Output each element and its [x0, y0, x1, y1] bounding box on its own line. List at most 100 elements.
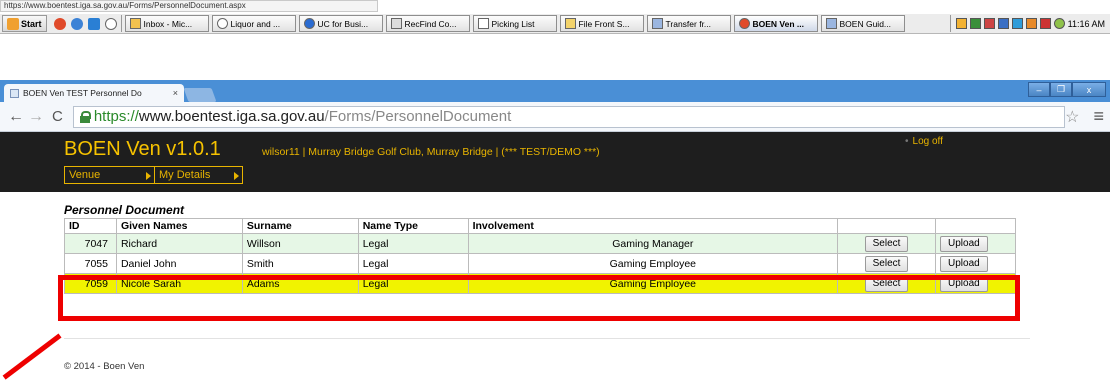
clock[interactable]: 11:16 AM	[1068, 19, 1105, 29]
task-liquor[interactable]: Liquor and ...	[211, 15, 296, 32]
col-name-type[interactable]: Name Type	[357, 218, 469, 234]
page-favicon-icon	[10, 88, 19, 98]
task-label: BOEN Ven ...	[752, 18, 805, 29]
annotation-highlight-box	[58, 275, 1020, 321]
cell-select: Select	[837, 253, 936, 274]
new-tab-button[interactable]	[183, 88, 217, 102]
reload-icon[interactable]: C	[52, 108, 63, 125]
address-bar[interactable]: https://www.boentest.iga.sa.gov.au/Forms…	[72, 105, 1066, 128]
site-brand[interactable]: BOEN Ven v1.0.1	[64, 138, 221, 161]
close-window-button[interactable]: x	[1072, 82, 1106, 97]
task-label: BOEN Guid...	[839, 18, 892, 29]
annotation-pointer-line	[2, 333, 62, 380]
system-tray: 11:16 AM	[949, 15, 1110, 32]
task-boen-guide[interactable]: BOEN Guid...	[820, 15, 905, 32]
task-label: Transfer fr...	[665, 18, 712, 29]
select-button[interactable]: Select	[864, 235, 909, 252]
ie-quick-icon[interactable]	[70, 17, 83, 30]
task-picking[interactable]: Picking List	[472, 15, 557, 32]
status-url-tooltip: https://www.boentest.iga.sa.gov.au/Forms…	[0, 0, 378, 12]
menu-label: Venue	[69, 169, 101, 181]
task-uc[interactable]: UC for Busi...	[298, 15, 383, 32]
cell-upload: Upload	[935, 233, 1016, 254]
user-info: wilsor11 | Murray Bridge Golf Club, Murr…	[262, 146, 600, 158]
tab-title: BOEN Ven TEST Personnel Do	[23, 88, 142, 98]
task-recfind[interactable]: RecFind Co...	[385, 15, 470, 32]
col-upload	[935, 218, 1016, 234]
outlook-quick-icon[interactable]	[87, 17, 100, 30]
snipping-icon	[477, 18, 489, 29]
url-scheme: https://	[93, 108, 139, 125]
cell-id: 7047	[64, 233, 117, 254]
tray-sync-icon[interactable]	[1011, 18, 1023, 29]
chrome-quick-icon[interactable]	[53, 17, 66, 30]
word-icon	[825, 18, 837, 29]
tray-volume-icon[interactable]	[1025, 18, 1037, 29]
bookmark-star-icon[interactable]: ☆	[1065, 107, 1079, 127]
task-boen-ven[interactable]: BOEN Ven ...	[733, 15, 818, 32]
table-header-row: ID Given Names Surname Name Type Involve…	[64, 218, 1016, 234]
menu-item-venue[interactable]: Venue	[64, 166, 155, 184]
url-host: www.boentest.iga.sa.gov.au	[138, 108, 325, 125]
cell-surname: Smith	[241, 253, 359, 274]
browser-tab[interactable]: BOEN Ven TEST Personnel Do ×	[4, 84, 184, 102]
lock-icon	[79, 110, 91, 123]
table-row: 7047 Richard Willson Legal Gaming Manage…	[64, 233, 1016, 254]
tray-status-icon[interactable]	[1053, 18, 1065, 29]
col-surname[interactable]: Surname	[241, 218, 359, 234]
back-arrow-icon[interactable]: ←	[8, 108, 24, 126]
tray-security-icon[interactable]	[983, 18, 995, 29]
col-involvement[interactable]: Involvement	[467, 218, 839, 234]
chrome-icon	[738, 18, 750, 29]
task-transfer[interactable]: Transfer fr...	[646, 15, 731, 32]
select-button[interactable]: Select	[864, 255, 909, 272]
cell-surname: Willson	[241, 233, 359, 254]
chrome-menu-icon[interactable]: ≡	[1093, 106, 1104, 127]
cell-name-type: Legal	[357, 253, 469, 274]
recfind-icon	[390, 18, 402, 29]
cell-involvement: Gaming Manager	[467, 233, 839, 254]
col-given-names[interactable]: Given Names	[115, 218, 243, 234]
tray-network-icon[interactable]	[997, 18, 1009, 29]
clock-quick-icon[interactable]	[104, 17, 117, 30]
browser-toolbar: ← → C https://www.boentest.iga.sa.gov.au…	[0, 102, 1110, 132]
col-select	[837, 218, 936, 234]
footer-divider	[64, 338, 1030, 339]
tray-flag-icon[interactable]	[1039, 18, 1051, 29]
task-label: RecFind Co...	[404, 18, 457, 29]
minimize-button[interactable]: –	[1028, 82, 1050, 97]
cell-given-names: Daniel John	[115, 253, 243, 274]
upload-button[interactable]: Upload	[940, 255, 988, 272]
task-label: Liquor and ...	[230, 18, 281, 29]
start-label: Start	[21, 18, 42, 29]
uc-icon	[303, 18, 315, 29]
window-controls: – ❐ x	[1028, 82, 1106, 97]
web-icon	[216, 18, 228, 29]
task-label: File Front S...	[578, 18, 630, 29]
logoff-link[interactable]: Log off	[905, 136, 943, 147]
tray-outlook-icon[interactable]	[955, 18, 967, 29]
cell-given-names: Richard	[115, 233, 243, 254]
col-id[interactable]: ID	[64, 218, 117, 234]
windows-taskbar: Start Inbox - Mic... Liquor and ... UC f…	[0, 14, 1110, 34]
task-label: Picking List	[491, 18, 535, 29]
forward-arrow-icon[interactable]: →	[28, 108, 44, 126]
upload-button[interactable]: Upload	[940, 235, 988, 252]
tray-app-icon[interactable]	[969, 18, 981, 29]
task-label: Inbox - Mic...	[143, 18, 193, 29]
cell-name-type: Legal	[357, 233, 469, 254]
quick-launch	[50, 15, 122, 32]
windows-logo-icon	[7, 17, 19, 30]
tab-close-icon[interactable]: ×	[173, 88, 178, 98]
cell-upload: Upload	[935, 253, 1016, 274]
restore-button[interactable]: ❐	[1050, 82, 1072, 97]
start-button[interactable]: Start	[2, 15, 47, 32]
menu-item-my-details[interactable]: My Details	[155, 166, 243, 184]
word-icon	[651, 18, 663, 29]
cell-select: Select	[837, 233, 936, 254]
url-path: /Forms/PersonnelDocument	[324, 108, 512, 125]
task-inbox[interactable]: Inbox - Mic...	[124, 15, 209, 32]
task-filefront[interactable]: File Front S...	[559, 15, 644, 32]
cell-id: 7055	[64, 253, 117, 274]
cell-involvement: Gaming Employee	[467, 253, 839, 274]
